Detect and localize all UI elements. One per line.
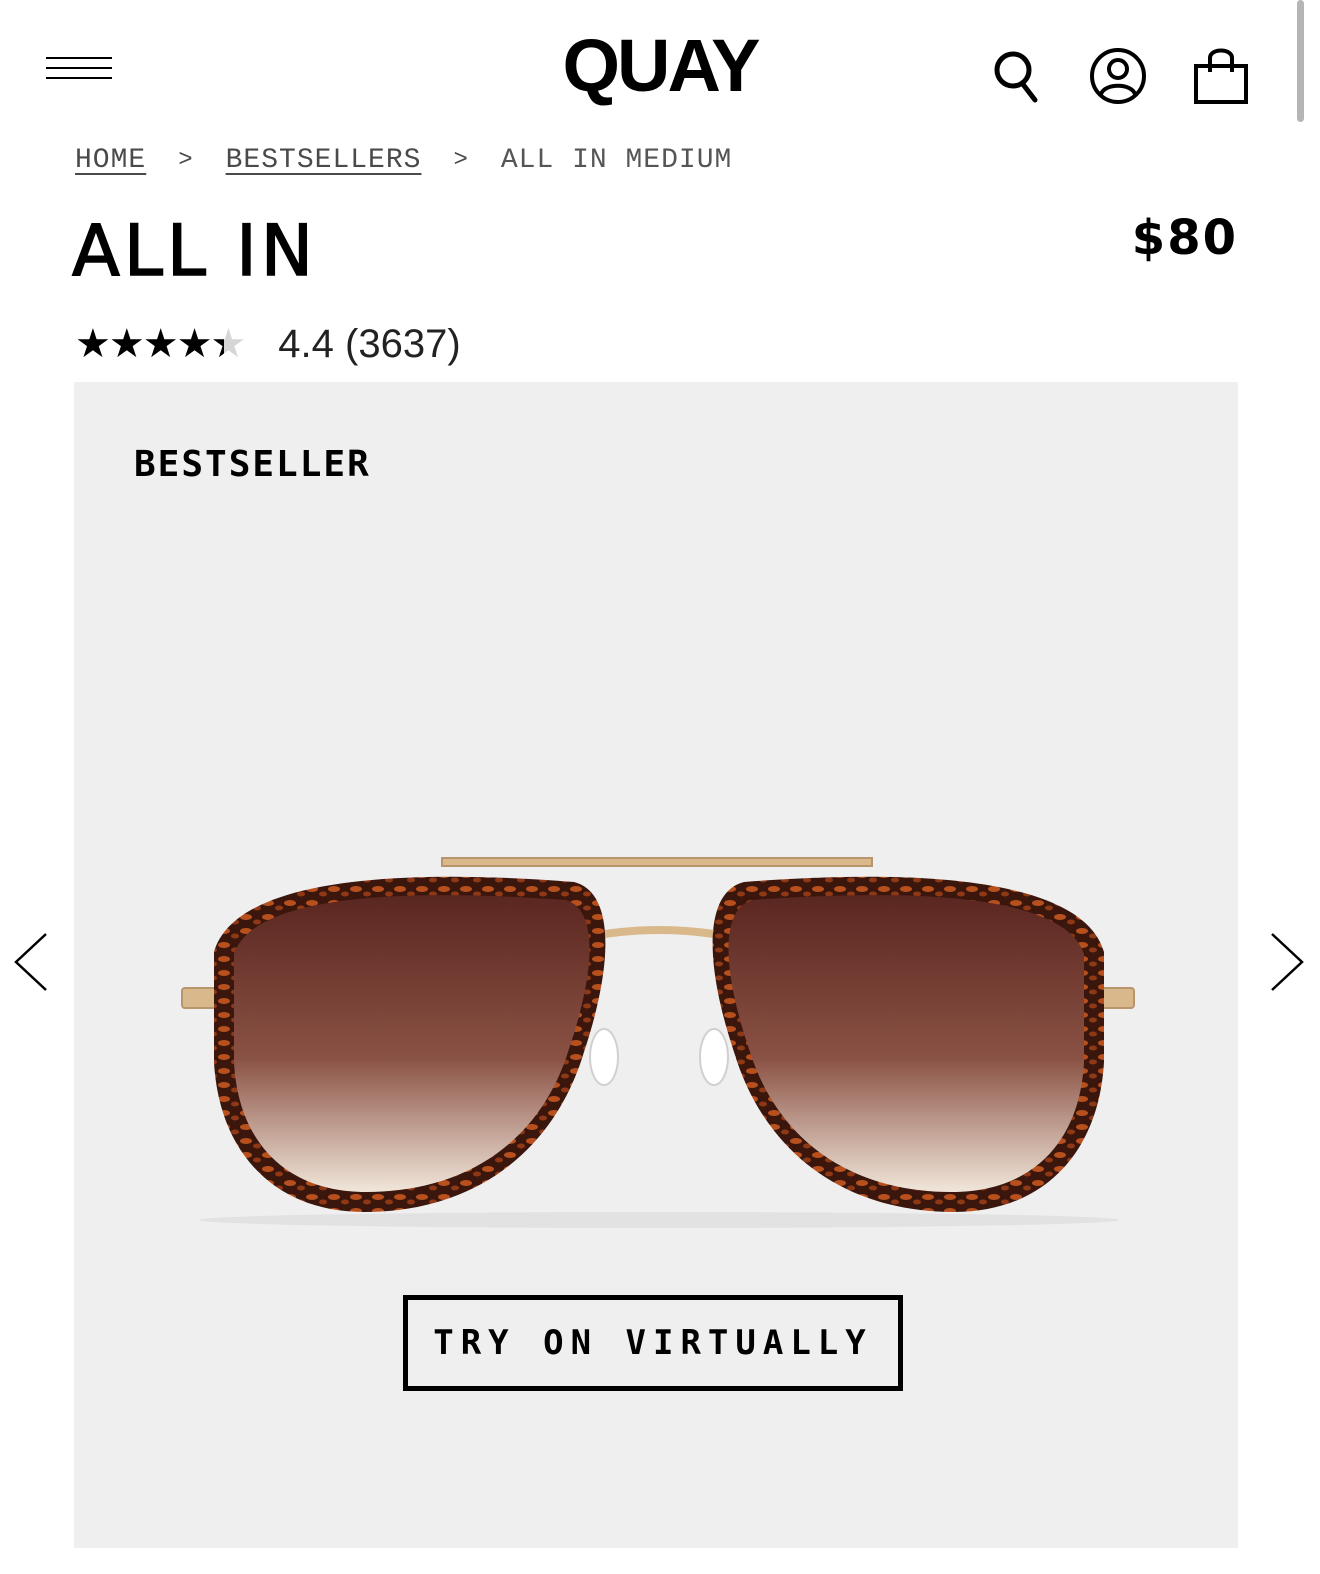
rating-stars[interactable]: ★★★★★ ★★★★★ — [75, 324, 246, 364]
try-on-virtually-button[interactable]: TRY ON VIRTUALLY — [403, 1295, 903, 1391]
breadcrumb-bestsellers[interactable]: BESTSELLERS — [226, 145, 422, 176]
breadcrumb: HOME > BESTSELLERS > ALL IN MEDIUM — [75, 140, 732, 180]
hamburger-menu-icon[interactable] — [46, 55, 114, 83]
chevron-right-icon[interactable] — [1266, 930, 1306, 994]
product-price: $80 — [1131, 210, 1238, 266]
breadcrumb-home[interactable]: HOME — [75, 145, 146, 176]
breadcrumb-separator: > — [453, 146, 469, 174]
bestseller-badge: BESTSELLER — [134, 444, 371, 485]
sunglasses-product-image[interactable] — [174, 842, 1144, 1242]
shopping-bag-icon[interactable] — [1192, 46, 1250, 106]
product-rating: ★★★★★ ★★★★★ 4.4 (3637) — [75, 318, 461, 370]
brand-logo[interactable]: QUAY — [547, 26, 773, 106]
breadcrumb-separator: > — [178, 146, 194, 174]
breadcrumb-current: ALL IN MEDIUM — [500, 144, 733, 176]
star-icons-filled: ★★★★★ — [75, 324, 224, 364]
product-gallery: BESTSELLER TRY ON VIRTUALLY — [74, 382, 1238, 1548]
account-icon[interactable] — [1088, 46, 1148, 106]
product-title: ALL IN — [71, 209, 318, 293]
rating-summary[interactable]: 4.4 (3637) — [278, 322, 460, 367]
search-icon[interactable] — [992, 48, 1042, 104]
chevron-left-icon[interactable] — [12, 930, 52, 994]
page-scrollbar[interactable] — [1297, 0, 1304, 122]
